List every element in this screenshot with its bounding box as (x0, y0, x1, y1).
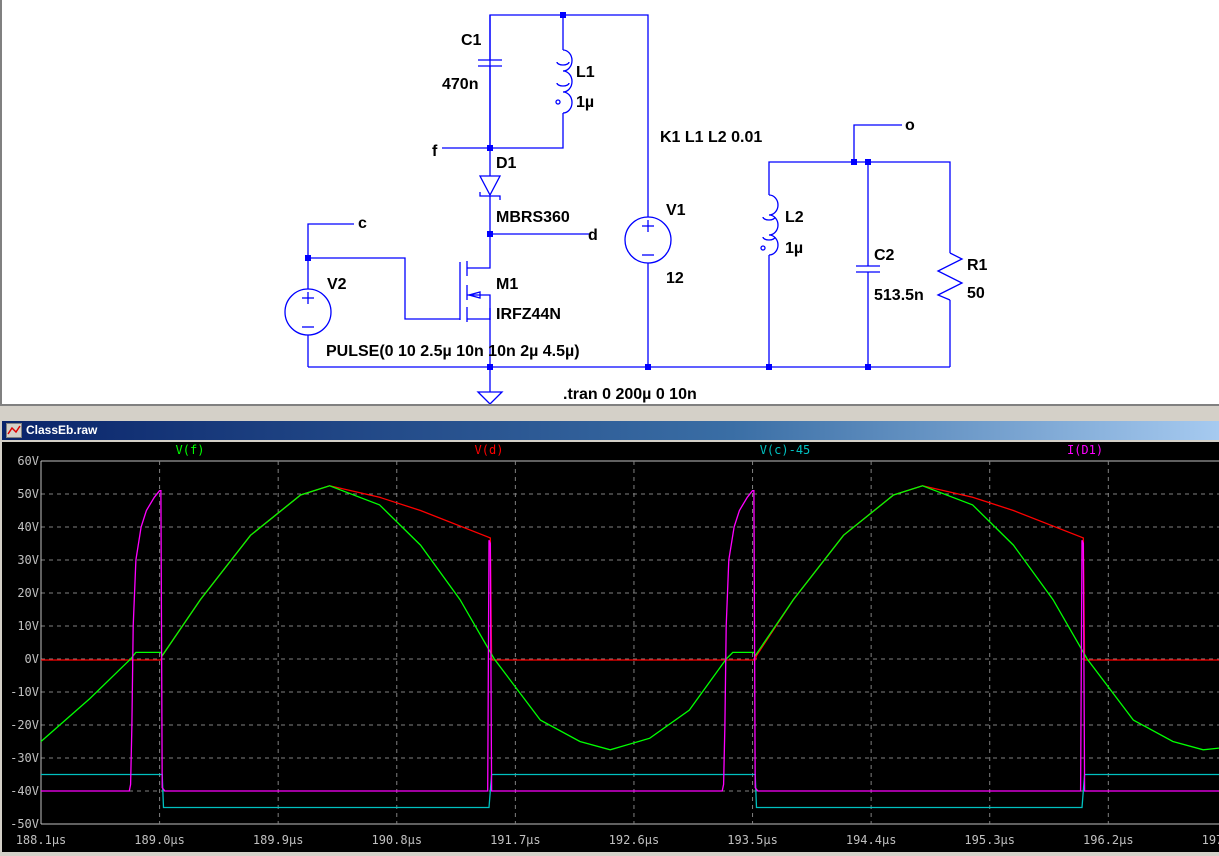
waveform-title-bar[interactable]: ClassEb.raw (2, 421, 1219, 440)
ground-icon (476, 391, 504, 405)
trace-i-d1- (41, 490, 1219, 792)
wires (307, 14, 951, 392)
d1-label: D1 (496, 155, 517, 172)
x-tick-label: 190.8µs (371, 833, 422, 847)
l1-value: 1µ (576, 94, 594, 111)
x-tick-label: 193.5µs (727, 833, 778, 847)
waveform-plot[interactable]: 60V 50V 40V 30V 20V 10V 0V -10V -20V -30V -40V -50V… (2, 442, 1219, 852)
y-tick-label: 50V (17, 487, 39, 501)
mosfet-m1-symbol[interactable] (459, 261, 491, 322)
net-label-f: f (432, 143, 438, 160)
v1-label: V1 (666, 202, 686, 219)
x-tick-label: 189.9µs (253, 833, 304, 847)
r1-label: R1 (967, 257, 988, 274)
y-tick-label: 40V (17, 520, 39, 534)
tran-directive[interactable]: .tran 0 200µ 0 10n (563, 386, 697, 403)
capacitor-c2-symbol[interactable] (856, 265, 880, 273)
trace-legend-label[interactable]: V(c)-45 (760, 443, 811, 457)
voltage-source-v1-symbol[interactable] (624, 216, 672, 264)
x-tick-label: 196.2µs (1083, 833, 1134, 847)
y-tick-label: -50V (10, 817, 39, 831)
y-tick-label: 60V (17, 454, 39, 468)
c1-label: C1 (461, 32, 482, 49)
y-tick-label: 30V (17, 553, 39, 567)
y-tick-label: -10V (10, 685, 39, 699)
d1-value: MBRS360 (496, 209, 570, 226)
c2-label: C2 (874, 247, 895, 264)
l2-value: 1µ (785, 240, 803, 257)
x-tick-label: 195.3µs (964, 833, 1015, 847)
net-label-c: c (358, 215, 367, 232)
v2-label: V2 (327, 276, 347, 293)
waveform-window-title: ClassEb.raw (26, 423, 98, 437)
c1-value: 470n (442, 76, 478, 93)
v1-value: 12 (666, 270, 684, 287)
l2-label: L2 (785, 209, 804, 226)
waveform-window-icon (6, 423, 22, 439)
y-tick-label: 10V (17, 619, 39, 633)
x-tick-label: 189.0µs (134, 833, 185, 847)
trace-v-f- (40, 485, 1219, 751)
v2-value: PULSE(0 10 2.5µ 10n 10n 2µ 4.5µ) (326, 343, 580, 360)
inductor-l2-symbol[interactable] (762, 194, 779, 256)
diode-d1-symbol[interactable] (478, 175, 502, 200)
y-tick-label: 20V (17, 586, 39, 600)
x-tick-label: 197.1µs (1202, 833, 1219, 847)
capacitor-c1-symbol[interactable] (478, 15, 502, 148)
x-tick-label: 194.4µs (846, 833, 897, 847)
y-tick-label: -30V (10, 751, 39, 765)
y-tick-label: 0V (25, 652, 39, 666)
trace-legend-label[interactable]: V(f) (176, 443, 205, 457)
waveform-window[interactable]: ClassEb.raw 60V 50V 40V 30V 20V 10V 0V -10V -20V… (0, 418, 1219, 853)
c2-value: 513.5n (874, 287, 924, 304)
resistor-r1-symbol[interactable] (936, 252, 964, 301)
m1-label: M1 (496, 276, 518, 293)
x-tick-label: 188.1µs (16, 833, 67, 847)
l1-label: L1 (576, 64, 595, 81)
x-tick-label: 192.6µs (609, 833, 660, 847)
r1-value: 50 (967, 285, 985, 302)
x-tick-label: 191.7µs (490, 833, 541, 847)
schematic-canvas[interactable]: C1 470n L1 1µ f D1 MBRS360 d c M1 IRFZ44… (2, 0, 1219, 405)
trace-legend-label[interactable]: V(d) (475, 443, 504, 457)
m1-value: IRFZ44N (496, 306, 561, 323)
trace-v-d- (41, 485, 1219, 661)
y-tick-label: -20V (10, 718, 39, 732)
y-tick-label: -40V (10, 784, 39, 798)
net-label-d: d (588, 227, 598, 244)
trace-legend-label[interactable]: I(D1) (1067, 443, 1103, 457)
net-label-o: o (905, 117, 915, 134)
schematic-editor[interactable]: C1 470n L1 1µ f D1 MBRS360 d c M1 IRFZ44… (0, 0, 1219, 406)
coupling-directive[interactable]: K1 L1 L2 0.01 (660, 129, 762, 146)
voltage-source-v2-symbol[interactable] (284, 288, 332, 336)
